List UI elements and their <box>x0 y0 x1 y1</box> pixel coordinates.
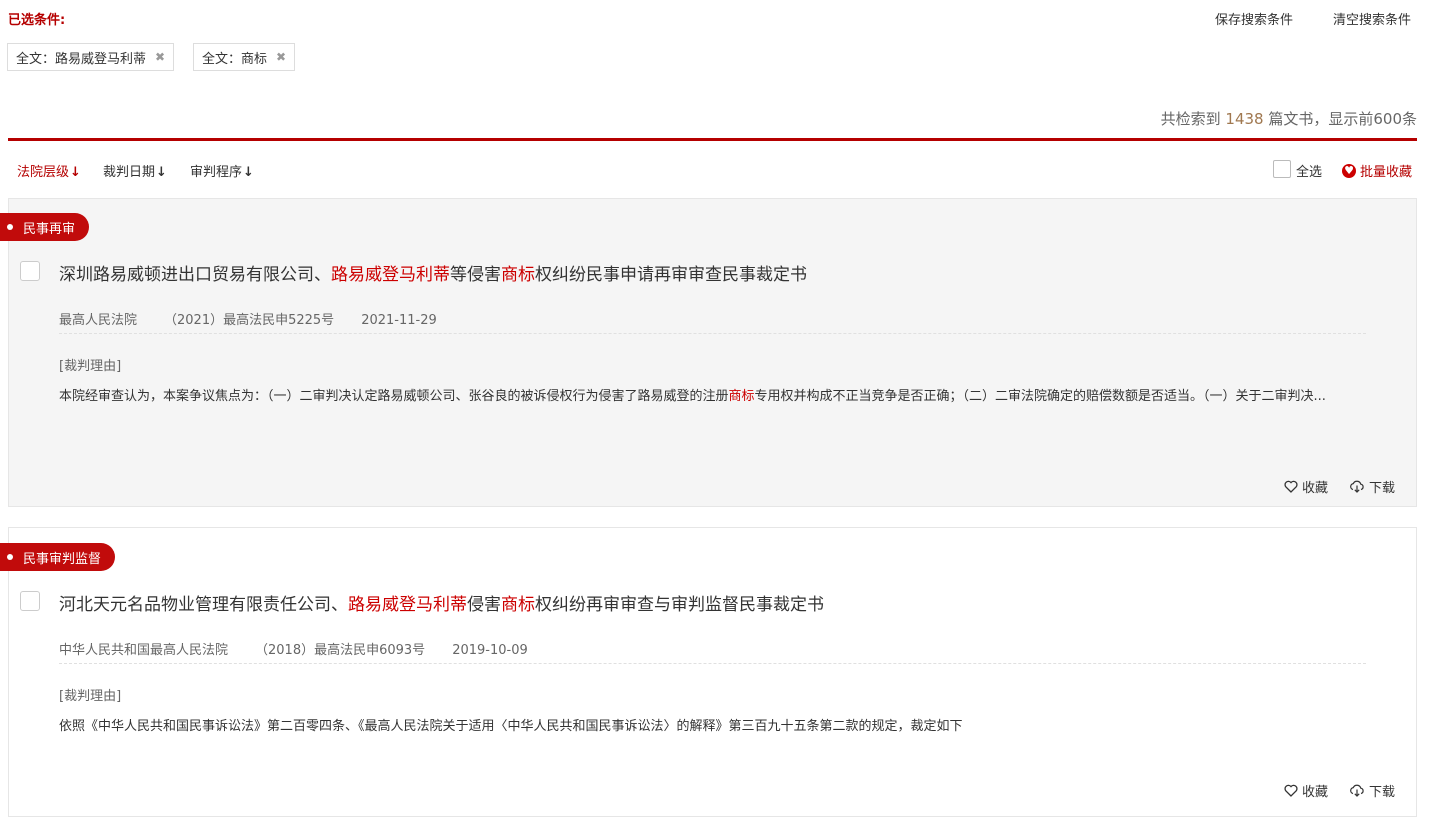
sort-arrow-icon: ↓ <box>156 165 167 180</box>
case-number: （2018）最高法民申6093号 <box>255 643 426 658</box>
case-meta: 中华人民共和国最高人民法院 （2018）最高法民申6093号 2019-10-09 <box>59 639 555 658</box>
case-excerpt: 依照《中华人民共和国民事诉讼法》第二百零四条、《最高人民法院关于适用〈中华人民共… <box>59 714 1369 740</box>
selected-conditions-label: 已选条件: <box>8 13 66 28</box>
cloud-download-icon <box>1350 480 1364 493</box>
case-type-badge: 民事审判监督 <box>0 543 116 571</box>
sort-court-level[interactable]: 法院层级↓ <box>17 161 81 180</box>
section-divider <box>8 138 1417 141</box>
excerpt-text: 依照《中华人民共和国民事诉讼法》第二百零四条、《最高人民法院关于适用〈中华人民共… <box>59 719 963 734</box>
remove-tag-icon[interactable]: ✖ <box>276 50 286 64</box>
filter-tag-label: 全文：路易威登马利蒂 <box>16 51 147 67</box>
title-text: 等侵害 <box>450 265 501 285</box>
title-highlight: 商标 <box>501 265 535 285</box>
favorite-button[interactable]: 收藏 <box>1284 781 1328 800</box>
result-count-prefix: 共检索到 <box>1160 110 1226 128</box>
result-count-suffix: 篇文书，显示前600条 <box>1263 110 1417 128</box>
reason-label: [裁判理由] <box>59 359 122 374</box>
dot-icon <box>7 554 13 560</box>
case-type-label: 民事再审 <box>23 221 76 237</box>
case-type-badge: 民事再审 <box>0 213 90 241</box>
heart-outline-icon <box>1284 784 1298 797</box>
title-highlight: 路易威登马利蒂 <box>331 265 450 285</box>
favorite-button[interactable]: 收藏 <box>1284 477 1328 496</box>
result-checkbox[interactable] <box>20 261 40 281</box>
court-name: 最高人民法院 <box>59 313 138 328</box>
result-card <box>8 198 1417 507</box>
title-text: 权纠纷民事申请再审审查民事裁定书 <box>535 265 807 285</box>
excerpt-text: 本院经审查认为，本案争议焦点为：（一）二审判决认定路易威顿公司、张谷良的被诉侵权… <box>59 389 729 404</box>
download-button[interactable]: 下载 <box>1349 781 1395 800</box>
save-search-button[interactable]: 保存搜索条件 <box>1215 9 1293 28</box>
title-highlight: 商标 <box>501 595 535 615</box>
select-all-checkbox[interactable] <box>1273 160 1291 178</box>
case-meta: 最高人民法院 （2021）最高法民申5225号 2021-11-29 <box>59 309 464 328</box>
excerpt-text: 专用权并构成不正当竞争是否正确；（二）二审法院确定的赔偿数额是否适当。（一）关于… <box>754 389 1326 404</box>
dot-icon <box>7 224 13 230</box>
case-title-link[interactable]: 深圳路易威顿进出口贸易有限公司、路易威登马利蒂等侵害商标权纠纷民事申请再审审查民… <box>59 260 807 285</box>
sort-arrow-icon: ↓ <box>70 165 81 180</box>
batch-favorite-label: 批量收藏 <box>1360 165 1413 180</box>
judgment-date: 2019-10-09 <box>452 643 528 658</box>
sort-trial-procedure[interactable]: 审判程序↓ <box>190 161 254 180</box>
title-text: 深圳路易威顿进出口贸易有限公司、 <box>59 265 331 285</box>
title-text: 权纠纷再审审查与审判监督民事裁定书 <box>535 595 824 615</box>
cloud-download-icon <box>1350 784 1364 797</box>
download-label: 下载 <box>1369 785 1396 800</box>
result-count-number: 1438 <box>1225 110 1264 128</box>
result-card <box>8 527 1417 817</box>
sort-label: 裁判日期 <box>103 165 156 180</box>
download-button[interactable]: 下载 <box>1349 477 1395 496</box>
filter-tag: 全文：商标 ✖ <box>193 43 296 71</box>
clear-search-button[interactable]: 清空搜索条件 <box>1333 9 1411 28</box>
judgment-date: 2021-11-29 <box>361 313 437 328</box>
case-title-link[interactable]: 河北天元名品物业管理有限责任公司、路易威登马利蒂侵害商标权纠纷再审审查与审判监督… <box>59 590 824 615</box>
remove-tag-icon[interactable]: ✖ <box>155 50 165 64</box>
batch-favorite-button[interactable]: ♥ 批量收藏 <box>1342 161 1412 180</box>
case-number: （2021）最高法民申5225号 <box>164 313 335 328</box>
heart-outline-icon <box>1284 480 1298 493</box>
case-excerpt: 本院经审查认为，本案争议焦点为：（一）二审判决认定路易威顿公司、张谷良的被诉侵权… <box>59 384 1369 410</box>
title-text: 河北天元名品物业管理有限责任公司、 <box>59 595 348 615</box>
title-text: 侵害 <box>467 595 501 615</box>
download-label: 下载 <box>1369 481 1396 496</box>
court-name: 中华人民共和国最高人民法院 <box>59 643 229 658</box>
filter-tag-label: 全文：商标 <box>202 51 268 67</box>
sort-label: 法院层级 <box>17 165 70 180</box>
case-type-label: 民事审判监督 <box>23 551 102 567</box>
meta-divider <box>59 333 1366 334</box>
reason-label: [裁判理由] <box>59 689 122 704</box>
meta-divider <box>59 663 1366 664</box>
select-all-label[interactable]: 全选 <box>1296 161 1322 180</box>
favorite-label: 收藏 <box>1302 481 1329 496</box>
sort-judgment-date[interactable]: 裁判日期↓ <box>103 161 167 180</box>
result-checkbox[interactable] <box>20 591 40 611</box>
result-count: 共检索到 1438 篇文书，显示前600条 <box>1161 108 1417 129</box>
favorite-label: 收藏 <box>1302 785 1329 800</box>
sort-label: 审判程序 <box>190 165 243 180</box>
title-highlight: 路易威登马利蒂 <box>348 595 467 615</box>
excerpt-highlight: 商标 <box>728 389 755 404</box>
filter-tag: 全文：路易威登马利蒂 ✖ <box>7 43 175 71</box>
sort-arrow-icon: ↓ <box>243 165 254 180</box>
heart-icon: ♥ <box>1342 163 1356 178</box>
